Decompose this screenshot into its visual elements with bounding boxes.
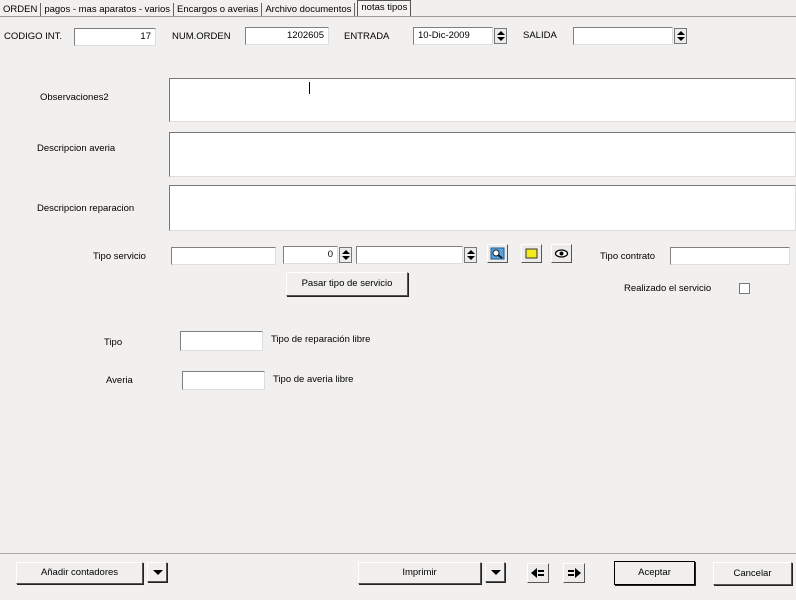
imprimir-button[interactable]: Imprimir (358, 562, 481, 584)
codigo-label: CODIGO INT. (4, 31, 63, 42)
reparacion-textarea[interactable] (169, 185, 796, 231)
tab-bar: ORDEN pagos - mas aparatos - varios Enca… (0, 0, 412, 16)
tipo-label: Tipo (104, 337, 123, 348)
averia-field[interactable] (182, 371, 265, 390)
salida-label: SALIDA (523, 30, 557, 41)
tab-pagos[interactable]: pagos - mas aparatos - varios (41, 3, 174, 16)
averia-label: Descripcion averia (37, 143, 116, 154)
tab-encargos[interactable]: Encargos o averias (174, 3, 263, 16)
num-orden-label: NUM.ORDEN (172, 31, 231, 42)
quantity-stepper[interactable] (339, 247, 352, 263)
tipo-averia-libre-label: Tipo de averia libre (273, 374, 354, 385)
arrow-left-icon (531, 568, 544, 578)
servicio-select-field[interactable] (356, 246, 463, 264)
codigo-field[interactable]: 17 (74, 28, 156, 46)
pasar-tipo-servicio-button[interactable]: Pasar tipo de servicio (286, 272, 408, 296)
averia-textarea[interactable] (169, 132, 796, 177)
realizado-checkbox[interactable] (739, 283, 750, 294)
text-cursor (309, 82, 310, 94)
tab-divider (0, 16, 796, 17)
servicio-select-spinner[interactable] (464, 247, 477, 263)
aceptar-button[interactable]: Aceptar (614, 561, 695, 585)
note-icon (525, 248, 538, 259)
imprimir-dropdown-button[interactable] (485, 562, 505, 582)
tipo-field[interactable] (180, 331, 263, 351)
search-icon (490, 247, 505, 260)
tab-orden[interactable]: ORDEN (0, 3, 42, 16)
anadir-contadores-button[interactable]: Añadir contadores (16, 562, 143, 584)
cancelar-button[interactable]: Cancelar (713, 562, 792, 585)
search-button[interactable] (487, 244, 508, 263)
tipo-contrato-field[interactable] (670, 247, 790, 265)
tipo-contrato-label: Tipo contrato (600, 251, 656, 262)
arrow-right-icon (568, 568, 581, 578)
tipo-servicio-label: Tipo servicio (93, 251, 146, 262)
entrada-label: ENTRADA (344, 31, 390, 42)
view-button[interactable] (551, 244, 572, 263)
note-button[interactable] (521, 244, 542, 263)
prev-button[interactable] (527, 563, 549, 583)
salida-date-field[interactable] (573, 27, 673, 45)
observaciones-label: Observaciones2 (40, 92, 109, 103)
tab-archivo[interactable]: Archivo documentos (262, 3, 356, 16)
tab-notas-tipos[interactable]: notas tipos (357, 0, 412, 16)
anadir-dropdown-button[interactable] (147, 562, 167, 582)
quantity-field[interactable]: 0 (283, 246, 338, 264)
entrada-date-spinner[interactable] (494, 28, 507, 44)
realizado-label: Realizado el servicio (624, 283, 712, 294)
reparacion-label: Descripcion reparacion (37, 203, 135, 214)
averia-libre-label: Averia (106, 375, 133, 386)
next-button[interactable] (563, 563, 585, 583)
eye-icon (554, 249, 569, 258)
tipo-servicio-field[interactable] (171, 247, 276, 265)
observaciones-textarea[interactable] (169, 78, 796, 122)
salida-date-spinner[interactable] (674, 28, 687, 44)
num-orden-field[interactable]: 1202605 (245, 27, 329, 45)
entrada-date-field[interactable]: 10-Dic-2009 (413, 27, 493, 45)
footer-divider (0, 553, 796, 554)
tipo-reparacion-libre-label: Tipo de reparación libre (271, 334, 371, 345)
